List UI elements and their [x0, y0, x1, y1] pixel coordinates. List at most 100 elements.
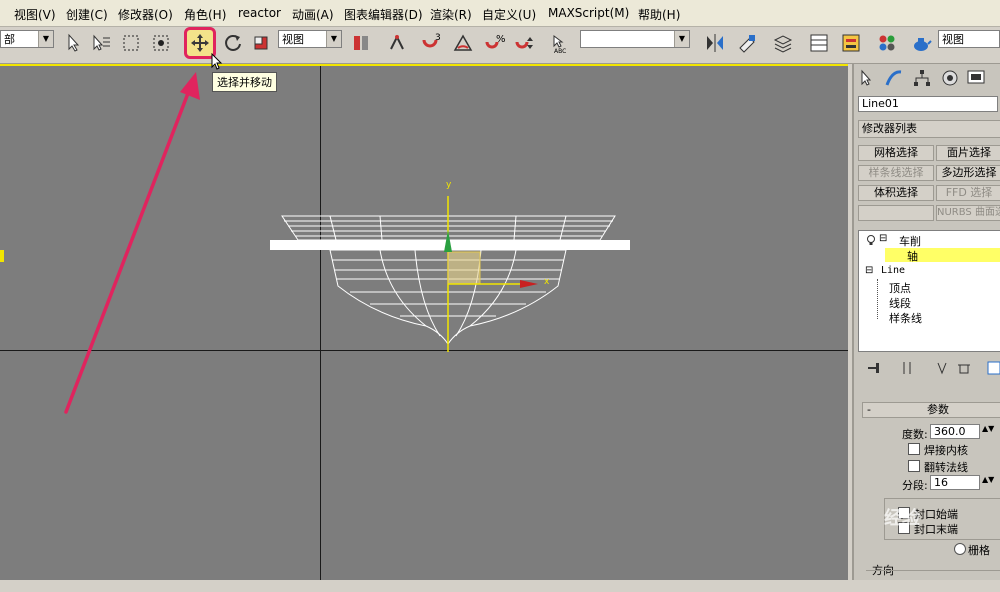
- modifier-list-label: 修改器列表: [862, 122, 917, 135]
- mesh-select-button[interactable]: 网格选择: [858, 145, 934, 161]
- collapse-minus-icon: -: [867, 403, 871, 416]
- render-type-dropdown[interactable]: 视图: [938, 30, 1000, 48]
- nurbs-surface-select-button[interactable]: NURBS 曲面选: [936, 205, 1000, 221]
- configure-sets-icon: [987, 361, 1000, 375]
- material-editor-button[interactable]: [874, 29, 900, 57]
- modifier-list-dropdown[interactable]: 修改器列表: [858, 120, 1000, 138]
- volume-select-button[interactable]: 体积选择: [858, 185, 934, 201]
- reference-coord-dropdown[interactable]: 视图 ▼: [278, 30, 342, 48]
- show-end-result-icon: [903, 362, 911, 374]
- modify-tab-icon[interactable]: [884, 68, 904, 88]
- rect-selection-icon: [123, 35, 139, 51]
- edit-named-selection-button[interactable]: ABC: [548, 29, 574, 57]
- menu-help[interactable]: 帮助(H): [638, 6, 680, 23]
- hierarchy-tab-icon[interactable]: [912, 68, 932, 88]
- snap-3d-button[interactable]: 3: [418, 29, 444, 57]
- menu-create[interactable]: 创建(C): [66, 6, 108, 23]
- pivot-center-icon: [354, 36, 368, 50]
- weld-core-checkbox[interactable]: [908, 443, 920, 455]
- select-by-name-button[interactable]: [88, 29, 114, 57]
- stack-tools-row: [868, 361, 1000, 375]
- stack-tree-line: [877, 279, 879, 319]
- move-arrows-icon: [191, 34, 209, 52]
- lightbulb-icon[interactable]: [865, 234, 877, 246]
- schematic-view-button[interactable]: [838, 29, 864, 57]
- stack-item-axis[interactable]: 轴: [907, 248, 918, 264]
- annotation-arrow-icon: [64, 72, 200, 414]
- remove-modifier-icon: [958, 364, 970, 374]
- menu-rendering[interactable]: 渲染(R): [430, 6, 472, 23]
- pivot-center-button[interactable]: [348, 29, 374, 57]
- spline-select-button[interactable]: 样条线选择: [858, 165, 934, 181]
- stack-item-lathe[interactable]: 车削: [899, 233, 921, 249]
- flip-normals-checkbox[interactable]: [908, 460, 920, 472]
- layers-icon: [773, 35, 793, 53]
- segments-spinner[interactable]: 16: [930, 475, 980, 490]
- tooltip-text: 选择并移动: [217, 76, 272, 89]
- spinner-arrows-icon[interactable]: ▲▼: [982, 475, 994, 484]
- menu-graph-editors[interactable]: 图表编辑器(D): [344, 6, 423, 23]
- named-selection-sets-dropdown[interactable]: ▼: [580, 30, 690, 48]
- grid-radio[interactable]: [954, 543, 966, 555]
- empty-modifier-button[interactable]: [858, 205, 934, 221]
- cap-end-label: 封口末端: [914, 523, 958, 536]
- angle-snap-icon: [453, 34, 473, 51]
- main-toolbar: 部 ▼ 视图 ▼ 3 % ABC ▼ 视图: [0, 27, 1000, 64]
- window-crossing-button[interactable]: [148, 29, 174, 57]
- menu-customize[interactable]: 自定义(U): [482, 6, 536, 23]
- poly-select-button[interactable]: 多边形选择: [936, 165, 1000, 181]
- align-button[interactable]: [734, 29, 760, 57]
- angle-snap-button[interactable]: [450, 29, 476, 57]
- degrees-spinner[interactable]: 360.0: [930, 424, 980, 439]
- modifier-stack[interactable]: ⊟ 车削 轴 ⊟ Line 顶点 线段 样条线: [858, 230, 1000, 352]
- pin-stack-icon: [868, 363, 879, 373]
- collapse-toggle-icon[interactable]: ⊟: [865, 265, 873, 276]
- motion-tab-icon[interactable]: [940, 68, 960, 88]
- spinner-snap-button[interactable]: [512, 29, 538, 57]
- chevron-down-icon: ▼: [326, 31, 341, 47]
- selection-filter-value: 部: [4, 33, 15, 46]
- mouse-cursor-icon: [211, 53, 223, 70]
- select-and-manipulate-button[interactable]: [384, 29, 410, 57]
- menu-animation[interactable]: 动画(A): [292, 6, 334, 23]
- collapse-toggle-icon[interactable]: ⊟: [879, 233, 887, 244]
- render-scene-button[interactable]: [908, 29, 934, 57]
- layer-manager-button[interactable]: [770, 29, 796, 57]
- menu-view[interactable]: 视图(V): [14, 6, 56, 23]
- menu-reactor[interactable]: reactor: [238, 6, 281, 20]
- rect-selection-region-button[interactable]: [118, 29, 144, 57]
- parameters-rollout-header[interactable]: - 参数: [862, 402, 1000, 418]
- patch-select-button[interactable]: 面片选择: [936, 145, 1000, 161]
- percent-snap-button[interactable]: %: [482, 29, 508, 57]
- curve-editor-icon: [810, 34, 828, 52]
- select-and-scale-button[interactable]: [248, 29, 274, 57]
- object-name-field[interactable]: Line01: [858, 96, 998, 112]
- manipulate-icon: [390, 34, 404, 50]
- parameters-rollout: - 参数 度数: 360.0 ▲▼ 焊接内核 翻转法线 分段: 16 ▲▼ 封口…: [858, 402, 1000, 592]
- ffd-select-button[interactable]: FFD 选择: [936, 185, 1000, 201]
- flip-normals-label: 翻转法线: [924, 461, 968, 474]
- svg-text:%: %: [496, 34, 506, 45]
- lathe-bowl-wireframe[interactable]: [270, 176, 630, 356]
- mirror-button[interactable]: [702, 29, 728, 57]
- segments-label: 分段:: [902, 479, 928, 492]
- spinner-arrows-icon[interactable]: ▲▼: [982, 424, 994, 433]
- cap-start-label: 封口始端: [914, 508, 958, 521]
- stack-item-vertex[interactable]: 顶点: [889, 280, 911, 296]
- display-tab-icon[interactable]: [966, 68, 986, 88]
- selection-filter-dropdown[interactable]: 部 ▼: [0, 30, 54, 48]
- grid-label: 栅格: [968, 544, 990, 557]
- stack-item-segment[interactable]: 线段: [889, 295, 911, 311]
- select-object-button[interactable]: [60, 29, 86, 57]
- stack-item-spline[interactable]: 样条线: [889, 310, 922, 326]
- front-viewport[interactable]: y x: [0, 64, 848, 580]
- watermark-text: 经验: [884, 508, 920, 529]
- menu-modifiers[interactable]: 修改器(O): [118, 6, 173, 23]
- create-tab-icon[interactable]: [858, 68, 878, 88]
- select-and-rotate-button[interactable]: [220, 29, 246, 57]
- curve-editor-button[interactable]: [806, 29, 832, 57]
- menu-maxscript[interactable]: MAXScript(M): [548, 6, 629, 20]
- weld-core-label: 焊接内核: [924, 444, 968, 457]
- menu-character[interactable]: 角色(H): [184, 6, 226, 23]
- stack-item-line[interactable]: Line: [881, 265, 905, 276]
